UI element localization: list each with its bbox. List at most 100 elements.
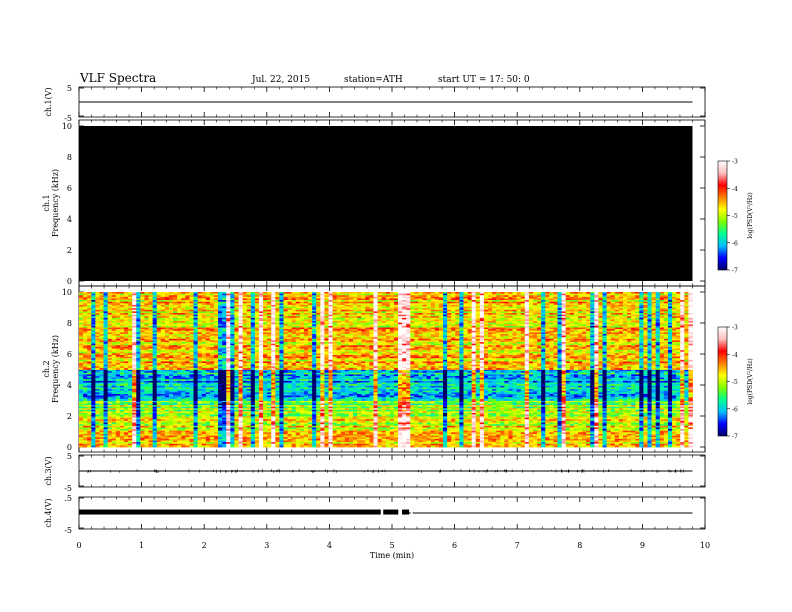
spectrogram-cell bbox=[119, 445, 125, 448]
spectrogram-cell bbox=[136, 414, 141, 417]
spectrogram-cell bbox=[336, 445, 342, 448]
spectrogram-cell bbox=[295, 414, 301, 417]
spectrogram-cell bbox=[549, 445, 554, 448]
spectrogram-cell bbox=[267, 445, 272, 448]
spectrogram-cell bbox=[123, 445, 129, 448]
signal-gap bbox=[410, 509, 413, 516]
spectrogram-cell bbox=[414, 445, 419, 448]
spectrogram-cell bbox=[168, 414, 174, 417]
spectrogram-cell bbox=[328, 445, 333, 448]
spectrogram-cell bbox=[577, 445, 583, 448]
y-tick-label: 4 bbox=[67, 381, 72, 390]
spectrogram-cell bbox=[303, 445, 309, 448]
spectrogram-cell bbox=[438, 445, 444, 448]
spectrogram-cell bbox=[258, 414, 264, 417]
spectrogram-cell bbox=[152, 445, 158, 448]
spectrogram-cell bbox=[643, 445, 648, 448]
colorbar-tick-label: -4 bbox=[732, 186, 738, 193]
spectrogram-cell bbox=[156, 414, 162, 417]
spectrogram-cell bbox=[389, 445, 395, 448]
spectrogram-cell bbox=[177, 414, 182, 417]
spectrogram-cell bbox=[205, 445, 211, 448]
spectrogram-cell bbox=[340, 445, 346, 448]
spectrogram-cell bbox=[463, 445, 468, 448]
spectrogram-cell bbox=[532, 445, 538, 448]
spectrogram-cell bbox=[283, 414, 288, 417]
colorbar bbox=[717, 160, 728, 271]
spectrogram-cell bbox=[287, 445, 293, 448]
spectrogram-cell bbox=[185, 445, 190, 448]
spectrogram-cell bbox=[291, 414, 297, 417]
spectrogram-cell bbox=[79, 414, 84, 417]
spectrogram-cell bbox=[655, 445, 661, 448]
spectrogram-cell bbox=[99, 414, 104, 417]
spectrogram-cell bbox=[160, 414, 166, 417]
spectrogram-cell bbox=[107, 414, 113, 417]
spectrogram-cell bbox=[181, 445, 186, 448]
spectrogram-cell bbox=[140, 414, 145, 417]
spectrogram-cell bbox=[569, 445, 575, 448]
spectrogram-cell bbox=[238, 414, 243, 417]
spectrogram-cell bbox=[508, 445, 513, 448]
spectrogram-cell bbox=[181, 414, 186, 417]
spectrogram-cell bbox=[95, 414, 100, 417]
spectrogram-cell bbox=[516, 445, 522, 448]
spectrogram-cells bbox=[79, 292, 693, 448]
spectrogram-cell bbox=[336, 414, 342, 417]
signal-gap bbox=[380, 509, 384, 516]
spectrogram-cell bbox=[234, 445, 239, 448]
spectrogram-cell bbox=[173, 414, 178, 417]
y-axis-label: ch.3(V) bbox=[44, 456, 53, 485]
spectrogram-cell bbox=[144, 414, 149, 417]
spectrogram-cell bbox=[332, 414, 338, 417]
spectrogram-cell bbox=[361, 445, 366, 448]
spectrogram-cell bbox=[451, 445, 456, 448]
spectrogram-cell bbox=[283, 445, 288, 448]
y-tick-label: -5 bbox=[64, 526, 72, 535]
y-axis-label: ch.1(V) bbox=[44, 87, 53, 116]
spectrogram-cell bbox=[308, 445, 313, 448]
spectrogram-cell bbox=[222, 445, 227, 448]
spectrogram-cell bbox=[201, 414, 207, 417]
spectrogram-cell bbox=[254, 414, 260, 417]
spectrogram-cell bbox=[152, 414, 158, 417]
spectrogram-cell bbox=[230, 414, 235, 417]
spectrogram-cell bbox=[209, 445, 215, 448]
spectrogram-cell bbox=[328, 414, 333, 417]
colorbar-tick-label: -6 bbox=[732, 240, 738, 247]
spectrogram-cell bbox=[164, 445, 170, 448]
spectrogram-cell bbox=[340, 414, 346, 417]
y-tick-label: 10 bbox=[62, 288, 72, 297]
spectrogram-cell bbox=[418, 445, 423, 448]
spectrogram-cell bbox=[123, 414, 129, 417]
spectrogram-cell bbox=[688, 445, 693, 448]
spectrogram-cell bbox=[258, 445, 264, 448]
spectrogram-cell bbox=[422, 445, 428, 448]
spectrogram-cell bbox=[627, 445, 632, 448]
spectrogram-cell bbox=[291, 445, 297, 448]
spectrogram-cell bbox=[471, 445, 477, 448]
y-tick-label: 2 bbox=[67, 412, 72, 421]
signal-band bbox=[79, 509, 410, 515]
spectrogram-cell bbox=[160, 445, 166, 448]
spectrogram-cell bbox=[659, 445, 665, 448]
spectrogram-cell bbox=[303, 414, 309, 417]
spectrogram-cell bbox=[618, 445, 624, 448]
spectrogram-cell bbox=[594, 445, 599, 448]
spectrogram-cell bbox=[275, 414, 280, 417]
spectrogram-cell bbox=[586, 445, 591, 448]
y-tick-label: 8 bbox=[67, 153, 72, 162]
spectrogram-cell bbox=[230, 445, 235, 448]
spectrogram-cell bbox=[590, 445, 595, 448]
spectrogram-cell bbox=[365, 445, 370, 448]
spectrogram-cell bbox=[218, 445, 223, 448]
spectrogram-cell bbox=[87, 414, 92, 417]
spectrogram-cell bbox=[504, 445, 509, 448]
spectrogram-cell bbox=[520, 445, 526, 448]
spectrogram-cell bbox=[250, 445, 256, 448]
spectrogram-cell bbox=[140, 445, 145, 448]
spectrogram-cell bbox=[128, 445, 133, 448]
spectrogram-cell bbox=[275, 445, 280, 448]
spectrogram-cell bbox=[324, 414, 329, 417]
spectrogram-cell bbox=[455, 445, 460, 448]
